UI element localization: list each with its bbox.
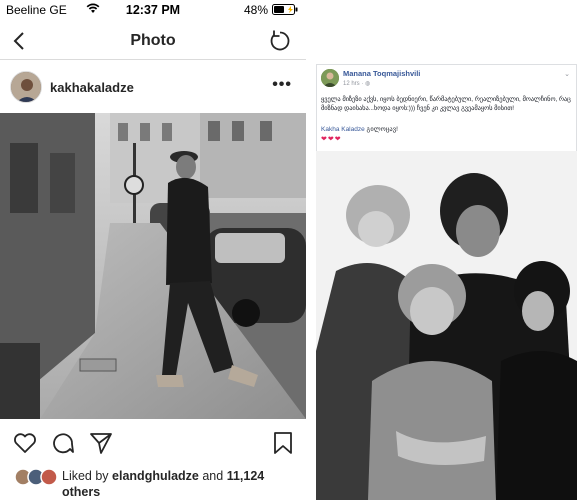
post-author[interactable]: Manana Toqmajishvili xyxy=(343,69,420,78)
family-photo-image xyxy=(316,151,577,500)
instagram-screen: Beeline GE 12:37 PM 48% Photo kakhakalad… xyxy=(0,0,306,500)
mention-link[interactable]: Kakha Kaladze xyxy=(321,126,365,133)
status-bar: Beeline GE 12:37 PM 48% xyxy=(0,0,306,20)
page-title: Photo xyxy=(130,32,176,49)
avatar-image xyxy=(11,72,41,102)
chevron-down-icon[interactable]: ⌄ xyxy=(564,70,570,78)
more-options-icon[interactable]: ••• xyxy=(272,76,292,94)
screenshot-collage: Beeline GE 12:37 PM 48% Photo kakhakalad… xyxy=(0,0,577,500)
share-icon[interactable] xyxy=(88,430,114,456)
bookmark-icon[interactable] xyxy=(270,430,296,456)
comment-icon[interactable] xyxy=(50,430,76,456)
globe-icon: · ◍ xyxy=(361,81,371,87)
hearts-emoji: ❤❤❤ xyxy=(321,136,342,143)
avatar[interactable] xyxy=(10,71,42,103)
liker-avatars xyxy=(14,468,58,486)
likes-summary: Liked by elandghuladze and 11,124 others xyxy=(0,462,306,500)
fb-post-photo[interactable] xyxy=(316,151,577,500)
likes-text[interactable]: Liked by elandghuladze and 11,124 others xyxy=(62,468,302,500)
likes-prefix: Liked by xyxy=(62,469,109,483)
ig-nav-bar: Photo xyxy=(0,22,306,60)
fb-avatar-image xyxy=(321,69,339,87)
post-header: kakhakaladze ••• xyxy=(0,64,306,112)
likes-count[interactable]: 11,124 xyxy=(227,469,265,483)
post-body: ყველა მიზეზი აქვს, იყოს ბედნიერი, წარმატ… xyxy=(321,96,571,112)
heart-icon[interactable] xyxy=(12,430,38,456)
likes-user[interactable]: elandghuladze xyxy=(112,469,199,483)
avatar[interactable] xyxy=(321,69,339,87)
battery-icon xyxy=(272,4,298,15)
street-photo-image xyxy=(0,113,306,419)
fb-post-card: Manana Toqmajishvili 12 hrs · ◍ ⌄ ყველა … xyxy=(316,64,577,151)
facebook-post: Manana Toqmajishvili 12 hrs · ◍ ⌄ ყველა … xyxy=(316,64,577,500)
post-actions xyxy=(0,426,306,460)
mention-suffix: გილოცავ! xyxy=(366,126,398,133)
post-photo[interactable] xyxy=(0,113,306,419)
post-mention-line: Kakha Kaladze გილოცავ! xyxy=(321,125,398,133)
likes-suffix[interactable]: others xyxy=(62,485,100,499)
post-username[interactable]: kakhakaladze xyxy=(50,80,134,95)
battery-percent: 48% xyxy=(243,3,268,17)
refresh-icon[interactable] xyxy=(268,29,292,53)
likes-and: and xyxy=(202,469,224,483)
post-meta: 12 hrs · ◍ xyxy=(343,80,370,87)
post-time[interactable]: 12 hrs xyxy=(343,81,360,87)
